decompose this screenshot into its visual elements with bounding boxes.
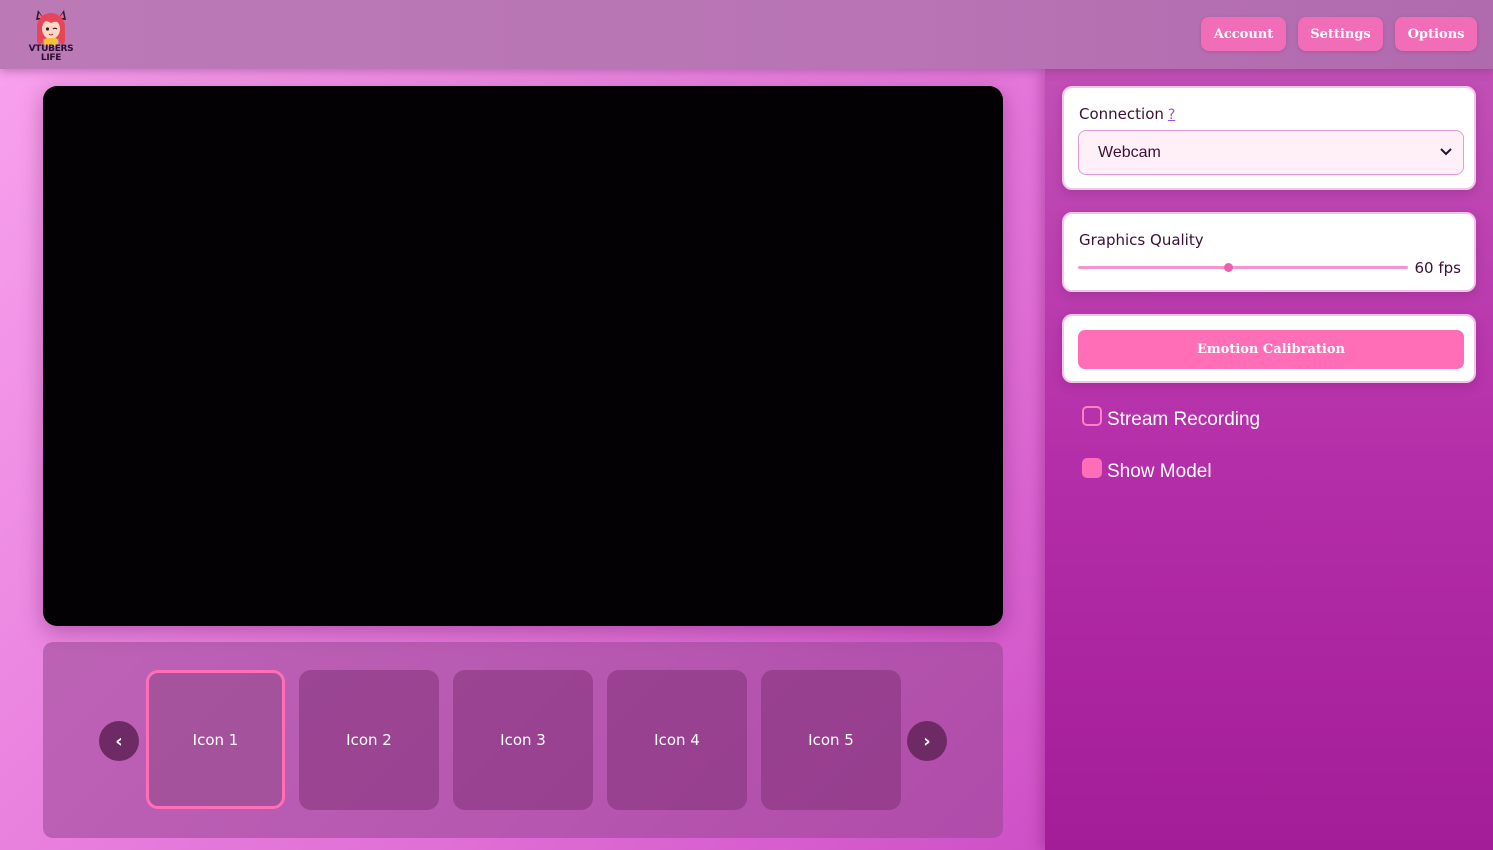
carousel-icon-3[interactable]: Icon 3: [453, 670, 593, 810]
carousel-icon-2[interactable]: Icon 2: [299, 670, 439, 810]
graphics-quality-label: Graphics Quality: [1079, 231, 1204, 249]
fps-value: 60 fps: [1414, 259, 1461, 277]
chevron-down-icon: [1440, 148, 1452, 156]
carousel-prev-button[interactable]: ‹: [99, 721, 139, 761]
logo-text-line2: LIFE: [40, 53, 62, 63]
carousel-icon-5[interactable]: Icon 5: [761, 670, 901, 810]
vtubers-life-logo[interactable]: VTUBERS LIFE: [27, 6, 75, 64]
connection-label: Connection: [1079, 105, 1164, 123]
graphics-quality-slider[interactable]: [1078, 263, 1408, 272]
settings-button[interactable]: Settings: [1298, 17, 1383, 51]
calibration-card: Emotion Calibration: [1062, 314, 1476, 383]
emotion-calibration-button[interactable]: Emotion Calibration: [1078, 330, 1464, 369]
video-preview[interactable]: [43, 86, 1003, 626]
avatar-logo-icon: [36, 10, 66, 46]
settings-sidebar: Connection? Webcam Graphics Quality 60 f…: [1045, 69, 1493, 850]
stream-recording-label: Stream Recording: [1107, 409, 1261, 430]
slider-thumb[interactable]: [1224, 263, 1234, 272]
carousel-icon-4[interactable]: Icon 4: [607, 670, 747, 810]
model-icon-carousel: ‹ Icon 1 Icon 2 Icon 3 Icon 4 Icon 5 ›: [43, 642, 1003, 838]
connection-select-value: Webcam: [1098, 143, 1161, 161]
account-button[interactable]: Account: [1201, 17, 1286, 51]
show-model-row[interactable]: Show Model: [1082, 458, 1212, 483]
carousel-next-button[interactable]: ›: [907, 721, 947, 761]
connection-label-row: Connection?: [1079, 105, 1175, 123]
stream-recording-checkbox[interactable]: [1082, 406, 1102, 426]
options-button[interactable]: Options: [1395, 17, 1477, 51]
connection-select[interactable]: Webcam: [1078, 130, 1464, 175]
carousel-icon-1[interactable]: Icon 1: [146, 670, 285, 809]
connection-help-link[interactable]: ?: [1168, 107, 1175, 123]
stream-recording-row[interactable]: Stream Recording: [1082, 406, 1261, 431]
show-model-checkbox[interactable]: [1082, 458, 1102, 478]
connection-card: Connection? Webcam: [1062, 86, 1476, 190]
show-model-label: Show Model: [1107, 461, 1212, 482]
graphics-quality-card: Graphics Quality 60 fps: [1062, 212, 1476, 292]
top-bar: VTUBERS LIFE Account Settings Options: [0, 0, 1493, 69]
